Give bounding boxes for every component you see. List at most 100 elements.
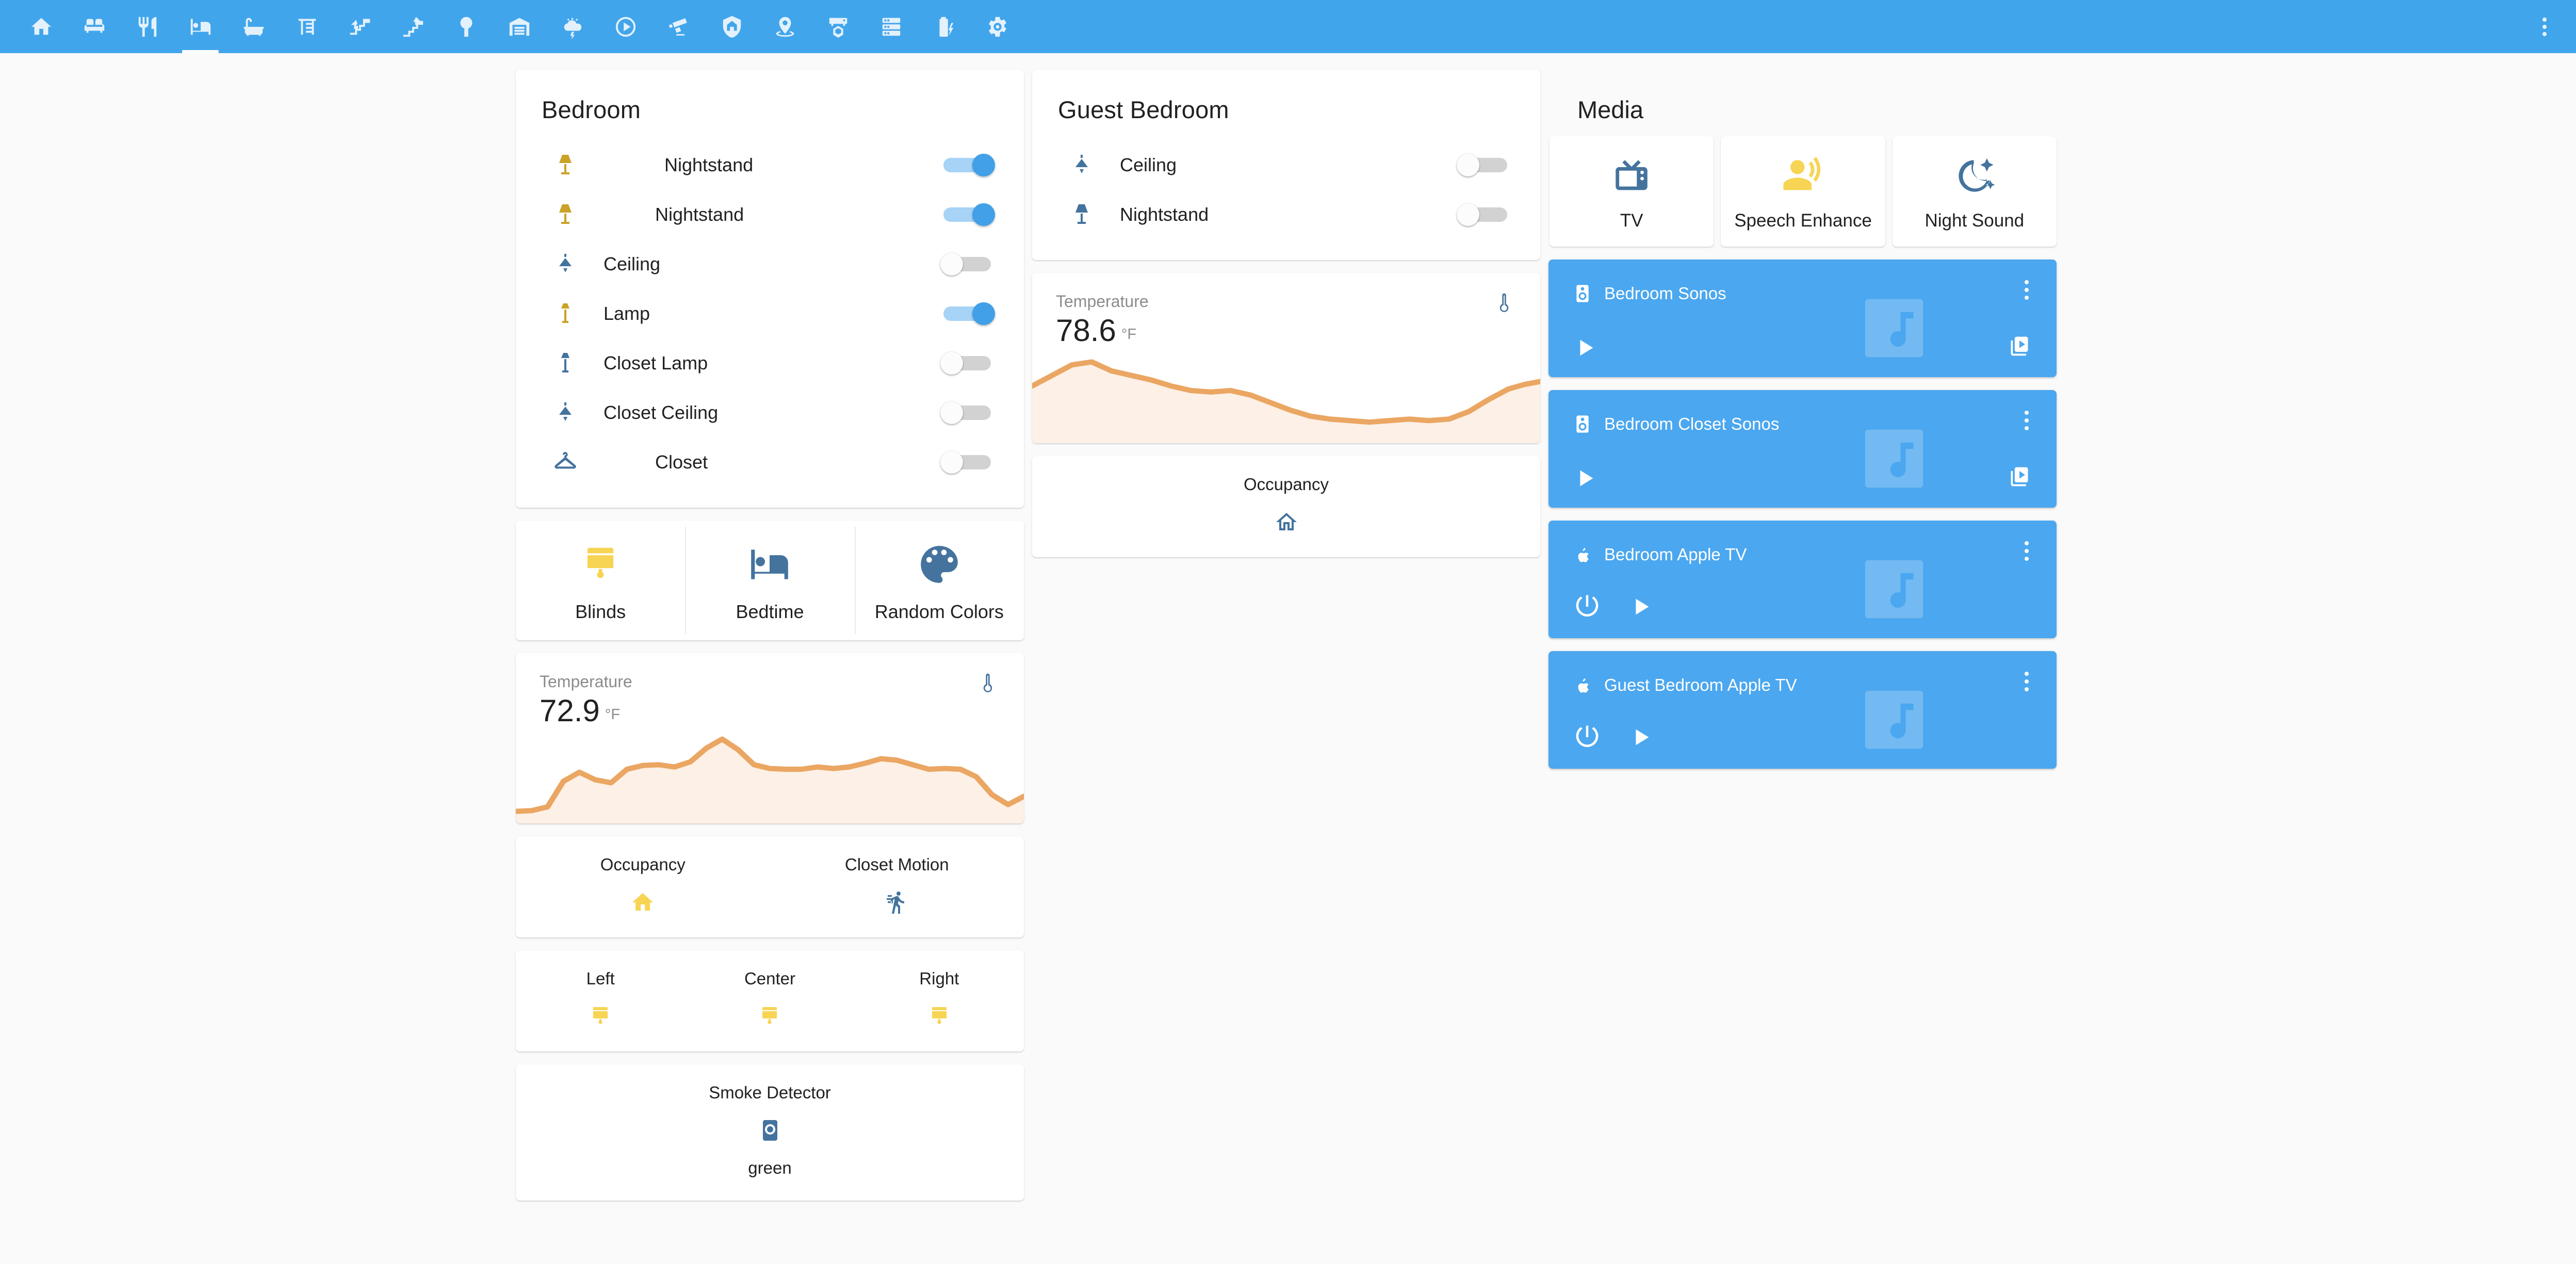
thermometer-icon: [976, 672, 999, 694]
tab-downstairs[interactable]: [333, 0, 386, 53]
cover-right[interactable]: Right: [855, 969, 1024, 1029]
blinds-icon: [588, 1004, 613, 1029]
media-button-speech-enhance[interactable]: Speech Enhance: [1721, 136, 1885, 247]
toggle-closet-lamp[interactable]: [940, 352, 996, 375]
media-player-bedroom-apple-tv[interactable]: Bedroom Apple TV: [1548, 521, 2057, 638]
scene-button-blinds[interactable]: Blinds: [516, 521, 685, 640]
entity-row-nightstand-2[interactable]: Nightstand: [540, 190, 1000, 239]
media-button-night-sound[interactable]: Night Sound: [1893, 136, 2057, 247]
guest-bedroom-temperature-sparkline: [1032, 353, 1540, 443]
sensor-guest-occupancy[interactable]: Occupancy: [1032, 475, 1540, 534]
toolbar-overflow-menu-button[interactable]: [2526, 0, 2563, 53]
scene-label: Random Colors: [875, 601, 1004, 623]
entity-row-closet[interactable]: Closet: [540, 437, 1000, 487]
tab-cameras[interactable]: [652, 0, 705, 53]
play-button[interactable]: [1629, 595, 1653, 619]
entity-row-lamp[interactable]: Lamp: [540, 289, 1000, 338]
tab-bathroom[interactable]: [227, 0, 280, 53]
entity-label: Nightstand: [1120, 204, 1444, 225]
lamp-icon: [540, 153, 604, 177]
temperature-value: 78.6: [1056, 313, 1116, 348]
entity-row-guest-nightstand[interactable]: Nightstand: [1056, 190, 1517, 239]
cover-left[interactable]: Left: [516, 969, 685, 1029]
scene-button-random-colors[interactable]: Random Colors: [855, 521, 1024, 640]
play-button[interactable]: [1573, 466, 1597, 490]
player-overflow-menu-button[interactable]: [2025, 280, 2029, 300]
player-overflow-menu-button[interactable]: [2025, 541, 2029, 561]
entity-row-ceiling[interactable]: Ceiling: [540, 239, 1000, 289]
sensor-occupancy[interactable]: Occupancy: [516, 855, 770, 915]
tab-living-room[interactable]: [68, 0, 121, 53]
bed-icon: [747, 542, 792, 587]
tab-settings[interactable]: [971, 0, 1024, 53]
tab-weather[interactable]: [546, 0, 599, 53]
guest-bedroom-temperature-card[interactable]: Temperature 78.6 °F: [1032, 273, 1540, 443]
player-header: Bedroom Closet Sonos: [1572, 414, 1779, 434]
media-player-bedroom-closet-sonos[interactable]: Bedroom Closet Sonos: [1548, 390, 2057, 508]
bedroom-temperature-card[interactable]: Temperature 72.9 °F: [516, 653, 1024, 823]
tab-security[interactable]: [705, 0, 758, 53]
column-bedroom: Bedroom Nightstand Nightstand: [516, 70, 1024, 1224]
graph-value-row: 72.9 °F: [540, 693, 1000, 728]
sensor-closet-motion[interactable]: Closet Motion: [770, 855, 1024, 915]
media-button-tv[interactable]: TV: [1550, 136, 1714, 247]
tab-server[interactable]: [865, 0, 918, 53]
music-box-icon: [1855, 420, 1933, 497]
entity-row-closet-ceiling[interactable]: Closet Ceiling: [540, 388, 1000, 437]
toggle-guest-nightstand[interactable]: [1457, 203, 1512, 226]
sensor-label: Smoke Detector: [709, 1083, 831, 1103]
power-button[interactable]: [1573, 723, 1601, 751]
play-button[interactable]: [1573, 336, 1597, 360]
tab-3d-printer[interactable]: [811, 0, 865, 53]
tab-bedroom[interactable]: [174, 0, 227, 53]
tab-media[interactable]: [599, 0, 652, 53]
toggle-closet-ceiling[interactable]: [940, 401, 996, 424]
toggle-nightstand-1[interactable]: [940, 154, 996, 176]
sensor-state: green: [748, 1158, 791, 1178]
toggle-lamp[interactable]: [940, 302, 996, 325]
entity-label: Closet Ceiling: [604, 402, 928, 424]
cover-label: Center: [744, 969, 795, 988]
cover-center[interactable]: Center: [685, 969, 854, 1029]
tab-home[interactable]: [14, 0, 68, 53]
entity-toggle-wrap: [928, 154, 1000, 176]
toggle-ceiling[interactable]: [940, 253, 996, 276]
graph-label: Temperature: [540, 673, 1000, 691]
browse-media-button[interactable]: [2008, 335, 2031, 358]
tab-energy[interactable]: [918, 0, 971, 53]
tab-garage[interactable]: [493, 0, 546, 53]
media-player-guest-bedroom-apple-tv[interactable]: Guest Bedroom Apple TV: [1548, 651, 2057, 769]
entity-label: Closet: [604, 451, 928, 473]
toggle-closet[interactable]: [940, 451, 996, 474]
tab-upstairs[interactable]: [386, 0, 439, 53]
player-controls: [1573, 336, 1597, 360]
media-player-bedroom-sonos[interactable]: Bedroom Sonos: [1548, 260, 2057, 377]
entity-toggle-wrap: [1444, 203, 1517, 226]
bedroom-entity-rows: Nightstand Nightstand: [516, 129, 1024, 508]
player-overflow-menu-button[interactable]: [2025, 411, 2029, 430]
tab-location[interactable]: [758, 0, 811, 53]
floor-lamp-icon: [540, 301, 604, 326]
power-button[interactable]: [1573, 593, 1601, 621]
toggle-guest-ceiling[interactable]: [1457, 154, 1512, 176]
tab-office[interactable]: [280, 0, 333, 53]
server-icon: [879, 15, 903, 39]
sensor-label: Closet Motion: [845, 855, 949, 874]
toggle-nightstand-2[interactable]: [940, 203, 996, 226]
browse-media-button[interactable]: [2008, 465, 2031, 488]
entity-row-guest-ceiling[interactable]: Ceiling: [1056, 140, 1517, 190]
scene-button-bedtime[interactable]: Bedtime: [685, 521, 854, 640]
tab-outdoor[interactable]: [439, 0, 493, 53]
stairs-down-icon: [348, 15, 372, 39]
media-shortcut-buttons: TV Speech Enhance Night Sound: [1548, 136, 2057, 247]
player-overflow-menu-button[interactable]: [2025, 672, 2029, 691]
entity-toggle-wrap: [928, 352, 1000, 375]
tab-kitchen[interactable]: [121, 0, 174, 53]
entity-label: Nightstand: [604, 154, 928, 176]
sensor-smoke-detector[interactable]: Smoke Detector green: [516, 1083, 1024, 1178]
play-button[interactable]: [1629, 725, 1653, 749]
entity-row-closet-lamp[interactable]: Closet Lamp: [540, 338, 1000, 388]
weather-lightning-icon: [561, 15, 584, 39]
entity-row-nightstand-1[interactable]: Nightstand: [540, 140, 1000, 190]
shield-home-icon: [720, 15, 744, 39]
